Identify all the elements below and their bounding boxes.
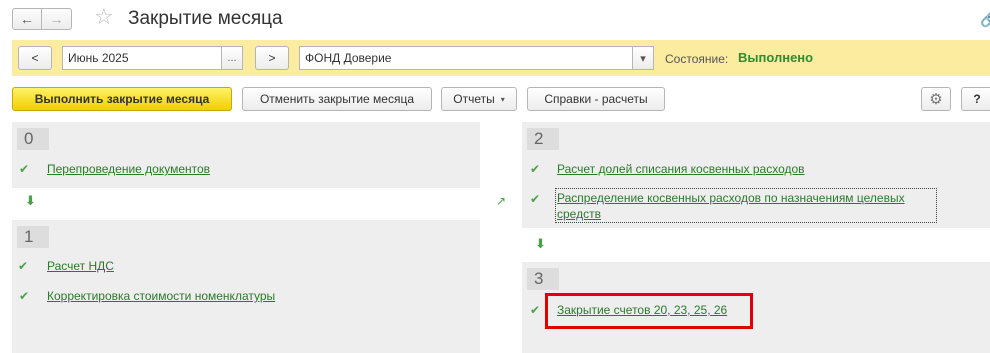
previous-period-button[interactable]: <: [18, 46, 52, 70]
check-icon: ✔: [530, 192, 541, 206]
step-0-number: 0: [17, 128, 49, 150]
task-reposting-documents[interactable]: Перепроведение документов: [47, 161, 210, 177]
arrow-down-icon: ⬇: [535, 236, 546, 251]
arrow-left-icon: ←: [20, 11, 34, 27]
check-icon: ✔: [530, 162, 541, 176]
task-cost-adjustment[interactable]: Корректировка стоимости номенклатуры: [47, 288, 275, 304]
link-icon[interactable]: 🔗: [980, 10, 990, 28]
task-indirect-cost-distribution[interactable]: Распределение косвенных расходов по назн…: [557, 190, 935, 222]
step-0-panel: [12, 122, 480, 188]
check-edit-icon: ✔: [18, 259, 29, 273]
month-close-window: ← → ☆ Закрытие месяца 🔗 < Июнь 2025 ... …: [0, 0, 990, 353]
chevron-down-icon: ▾: [500, 94, 505, 104]
check-icon: ✔: [19, 289, 30, 303]
status-label: Состояние:: [665, 52, 729, 66]
arrow-down-icon: ⬇: [25, 193, 36, 208]
arrow-up-right-icon: ↗: [496, 194, 507, 208]
references-calculations-button[interactable]: Справки - расчеты: [527, 87, 665, 111]
forward-button[interactable]: →: [42, 8, 72, 30]
status-value: Выполнено: [738, 50, 814, 65]
page-title: Закрытие месяца: [128, 8, 283, 29]
task-vat-calculation[interactable]: Расчет НДС: [47, 258, 114, 274]
gear-icon: ⚙: [929, 91, 943, 108]
cancel-month-close-button[interactable]: Отменить закрытие месяца: [242, 87, 432, 111]
arrow-right-icon: →: [49, 11, 64, 27]
next-period-button[interactable]: >: [255, 46, 289, 70]
back-button[interactable]: ←: [12, 8, 42, 30]
reports-menu-button[interactable]: Отчеты ▾: [441, 87, 517, 111]
organization-field[interactable]: ФОНД Доверие: [299, 46, 633, 70]
period-field[interactable]: Июнь 2025: [62, 46, 222, 70]
help-button[interactable]: ?: [961, 87, 990, 111]
task-indirect-cost-shares[interactable]: Расчет долей списания косвенных расходов: [557, 161, 805, 177]
step-2-number: 2: [527, 128, 559, 150]
step-3-number: 3: [527, 268, 559, 290]
highlight-frame: [545, 293, 753, 329]
period-select-button[interactable]: ...: [221, 46, 243, 70]
check-icon: ✔: [530, 303, 541, 317]
organization-dropdown-button[interactable]: ▾: [632, 46, 654, 70]
step-1-number: 1: [17, 226, 49, 248]
reports-label: Отчеты: [453, 92, 495, 106]
run-month-close-button[interactable]: Выполнить закрытие месяца: [12, 87, 232, 111]
favorite-star-icon[interactable]: ☆: [94, 4, 114, 30]
step-1-panel: [12, 220, 480, 353]
settings-button[interactable]: ⚙: [921, 87, 951, 111]
check-icon: ✔: [19, 162, 30, 176]
chevron-down-icon: ▾: [640, 52, 646, 65]
nav-buttons: ← →: [12, 8, 72, 30]
